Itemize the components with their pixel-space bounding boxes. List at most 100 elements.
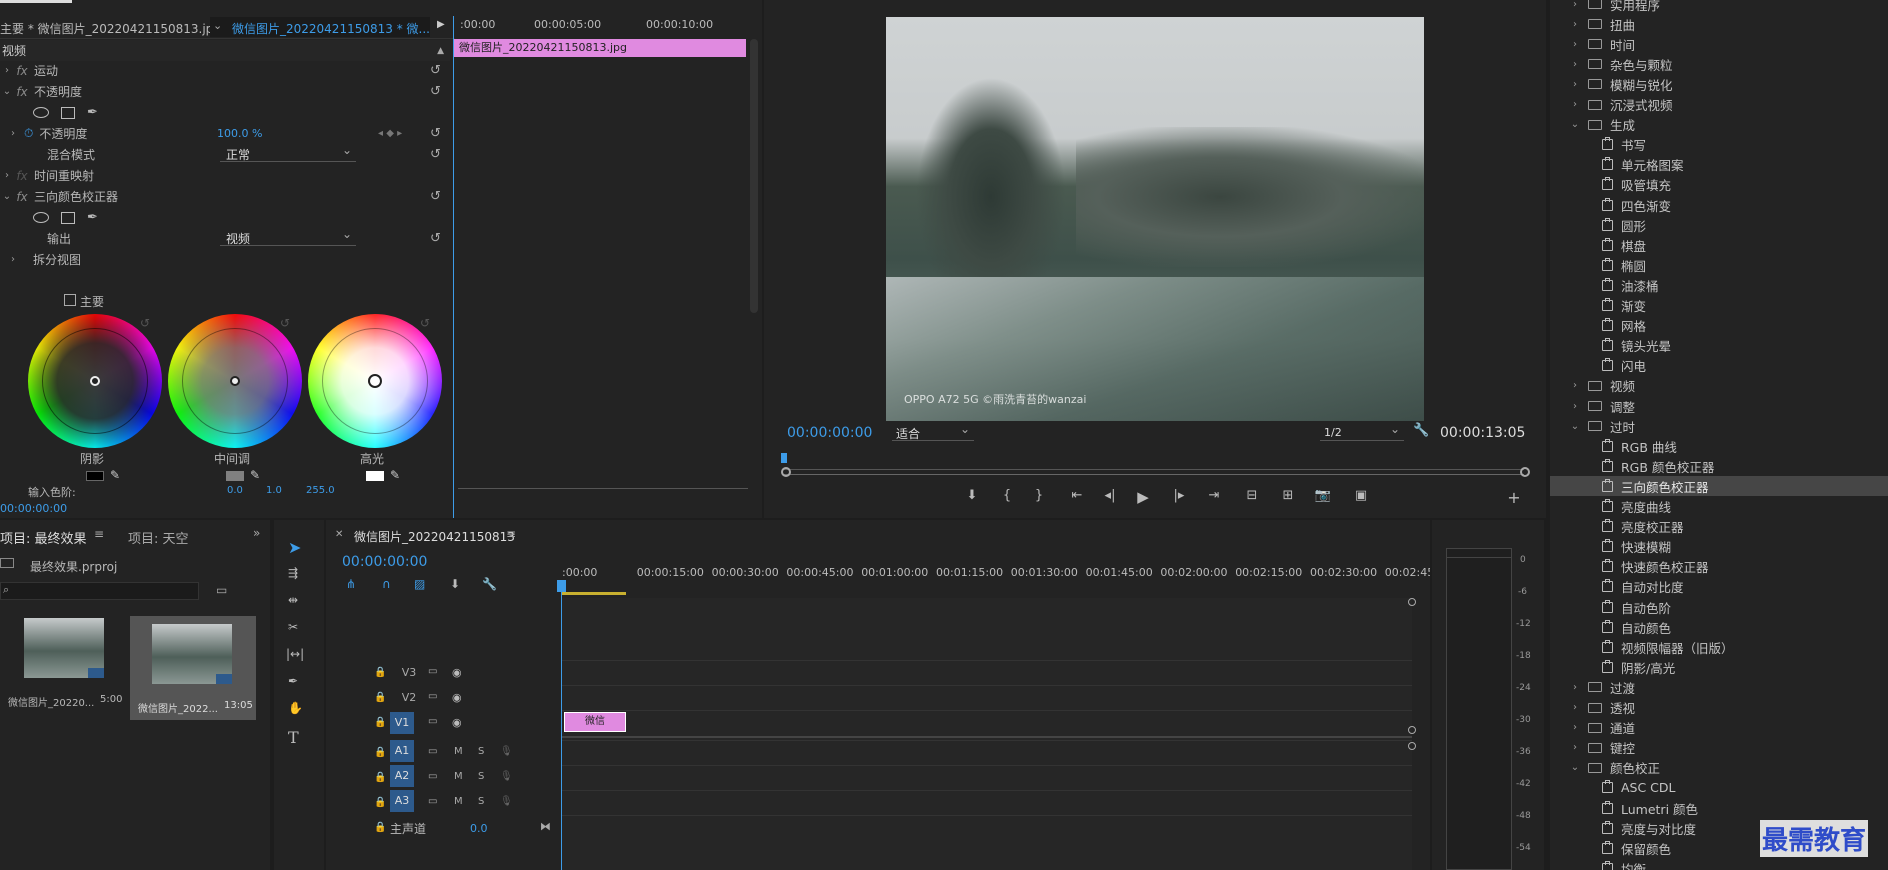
- marker-icon[interactable]: ⬇: [450, 577, 460, 591]
- program-scroll[interactable]: [784, 469, 1524, 475]
- effect-item[interactable]: 亮度校正器: [1550, 517, 1888, 537]
- wheel-highlights-handle[interactable]: [368, 374, 382, 388]
- lift-icon[interactable]: ⊟: [1242, 488, 1262, 503]
- expand-chevron-icon[interactable]: ›: [1568, 722, 1582, 733]
- source-clip-label[interactable]: 主要 * 微信图片_20220421150813.jpg: [0, 20, 221, 37]
- expand-chevron-icon[interactable]: ›: [1568, 99, 1582, 110]
- reset-icon[interactable]: ↺: [430, 127, 442, 140]
- expand-chevron-icon[interactable]: ›: [6, 128, 20, 139]
- effects-folder[interactable]: › 实用程序: [1550, 0, 1888, 14]
- program-image[interactable]: OPPO A72 5G ©雨洗青苔的wanzai: [886, 17, 1424, 421]
- sequence-tab[interactable]: 微信图片_20220421150813: [354, 528, 515, 545]
- effect-item[interactable]: RGB 曲线: [1550, 436, 1888, 456]
- track-label-v2[interactable]: V2: [398, 691, 420, 704]
- hand-tool-icon[interactable]: ✋: [288, 701, 303, 715]
- reset-icon[interactable]: ↺: [430, 64, 442, 77]
- effect-item[interactable]: 三向颜色校正器: [1550, 476, 1888, 497]
- effects-folder[interactable]: ⌄ 颜色校正: [1550, 758, 1888, 778]
- expand-chevron-icon[interactable]: ›: [1568, 39, 1582, 50]
- type-tool-icon[interactable]: T: [288, 728, 299, 747]
- effect-item[interactable]: 椭圆: [1550, 255, 1888, 275]
- go-to-end-icon[interactable]: ⧓: [540, 820, 551, 833]
- tab-menu-icon[interactable]: ≡: [94, 527, 104, 541]
- linked-selection-icon[interactable]: ∩: [382, 577, 391, 591]
- fx-icon[interactable]: fx: [14, 85, 30, 99]
- solo-button[interactable]: S: [478, 771, 484, 782]
- effects-folder[interactable]: › 时间: [1550, 34, 1888, 54]
- effects-folder[interactable]: › 调整: [1550, 396, 1888, 416]
- timeline-clip[interactable]: 微信: [564, 712, 626, 732]
- effect-item[interactable]: 油漆桶: [1550, 275, 1888, 295]
- effect-item[interactable]: 自动颜色: [1550, 617, 1888, 637]
- eye-icon[interactable]: ◉: [452, 691, 462, 704]
- compare-view-icon[interactable]: ▣: [1351, 488, 1371, 503]
- ec-timecode[interactable]: 00:00:00:00: [0, 502, 67, 515]
- project-tab-sky[interactable]: 项目: 天空: [128, 528, 189, 547]
- effect-item[interactable]: 视频限幅器（旧版）: [1550, 637, 1888, 657]
- chevron-down-icon[interactable]: ⌄: [213, 19, 222, 32]
- mic-icon[interactable]: 🎙: [500, 771, 513, 782]
- effect-item[interactable]: 均衡: [1550, 858, 1888, 870]
- ec-clip[interactable]: 微信图片_20220421150813.jpg: [454, 39, 746, 57]
- track-label-a1[interactable]: A1: [390, 740, 414, 762]
- effect-item[interactable]: 亮度曲线: [1550, 497, 1888, 517]
- collapse-chevron-icon[interactable]: ⌄: [0, 191, 14, 202]
- wheel-shadows-handle[interactable]: [90, 376, 100, 386]
- effect-opacity[interactable]: ⌄ fx 不透明度 ↺: [0, 81, 450, 102]
- reset-icon[interactable]: ↺: [430, 190, 442, 203]
- effects-folder[interactable]: › 透视: [1550, 698, 1888, 718]
- expand-chevron-icon[interactable]: ›: [1568, 702, 1582, 713]
- expand-chevron-icon[interactable]: ›: [0, 170, 14, 181]
- project-tab-active[interactable]: 项目: 最终效果: [0, 528, 87, 547]
- export-frame-icon[interactable]: 📷: [1313, 488, 1333, 503]
- project-search-input[interactable]: [0, 582, 199, 600]
- fx-icon[interactable]: fx: [14, 190, 30, 204]
- timeline-ruler[interactable]: :00:00 00:00:15:00 00:00:30:00 00:00:45:00 0…: [562, 566, 1430, 594]
- opacity-value[interactable]: 100.0 %: [217, 127, 262, 140]
- expand-chevron-icon[interactable]: ›: [0, 65, 14, 76]
- keyframe-nav-icon[interactable]: ◂ ◆ ▸: [378, 128, 402, 139]
- ellipse-mask-icon[interactable]: [33, 107, 49, 118]
- project-item[interactable]: 微信图片_20220... 5:00: [8, 618, 128, 718]
- wheel-reset-icon[interactable]: ↺: [420, 316, 430, 330]
- go-to-out-icon[interactable]: ⇥: [1204, 488, 1224, 503]
- go-to-in-icon[interactable]: ⇤: [1067, 488, 1087, 503]
- lock-icon[interactable]: 🔒: [374, 747, 386, 758]
- effect-item[interactable]: 镜头光晕: [1550, 336, 1888, 356]
- sync-icon[interactable]: ▭: [428, 666, 437, 677]
- track-select-tool-icon[interactable]: ⇶: [288, 566, 298, 580]
- eyedropper-icon[interactable]: ✎: [390, 468, 400, 482]
- wrench-icon[interactable]: 🔧: [482, 577, 497, 591]
- fx-icon[interactable]: fx: [14, 64, 30, 78]
- input-level-gamma[interactable]: 1.0: [266, 485, 282, 496]
- sync-icon[interactable]: ▭: [428, 796, 437, 807]
- effects-folder[interactable]: › 视频: [1550, 376, 1888, 396]
- effects-folder[interactable]: › 键控: [1550, 738, 1888, 758]
- effect-item[interactable]: 吸管填充: [1550, 175, 1888, 195]
- lock-icon[interactable]: 🔒: [374, 717, 386, 728]
- effects-folder[interactable]: › 过渡: [1550, 677, 1888, 697]
- lock-icon[interactable]: 🔒: [374, 667, 386, 678]
- expand-chevron-icon[interactable]: ›: [1568, 682, 1582, 693]
- effect-item[interactable]: 自动对比度: [1550, 577, 1888, 597]
- playhead-handle[interactable]: [557, 580, 566, 592]
- eye-icon[interactable]: ◉: [452, 716, 462, 729]
- snap-icon[interactable]: ⋔: [346, 577, 356, 591]
- extract-icon[interactable]: ⊞: [1278, 488, 1298, 503]
- effect-item[interactable]: 圆形: [1550, 215, 1888, 235]
- input-level-white[interactable]: 255.0: [306, 485, 335, 496]
- wheel-midtones-handle[interactable]: [230, 376, 240, 386]
- project-item-selected[interactable]: 微信图片_2022... 13:05: [130, 616, 256, 720]
- pen-tool-icon[interactable]: ✒: [288, 674, 298, 688]
- expand-chevron-icon[interactable]: ›: [1568, 79, 1582, 90]
- step-back-icon[interactable]: ◂|: [1100, 488, 1120, 503]
- reset-icon[interactable]: ↺: [430, 232, 442, 245]
- pen-mask-icon[interactable]: ✒: [87, 105, 98, 120]
- collapse-chevron-icon[interactable]: ⌄: [1568, 119, 1582, 130]
- timeline-timecode[interactable]: 00:00:00:00: [342, 554, 427, 570]
- split-view-row[interactable]: › 拆分视图: [0, 249, 450, 270]
- add-marker-icon[interactable]: ▨: [414, 577, 425, 591]
- eyedropper-icon[interactable]: ✎: [110, 468, 120, 482]
- wrench-icon[interactable]: 🔧: [1413, 423, 1429, 438]
- scroll-handle[interactable]: [1408, 598, 1416, 606]
